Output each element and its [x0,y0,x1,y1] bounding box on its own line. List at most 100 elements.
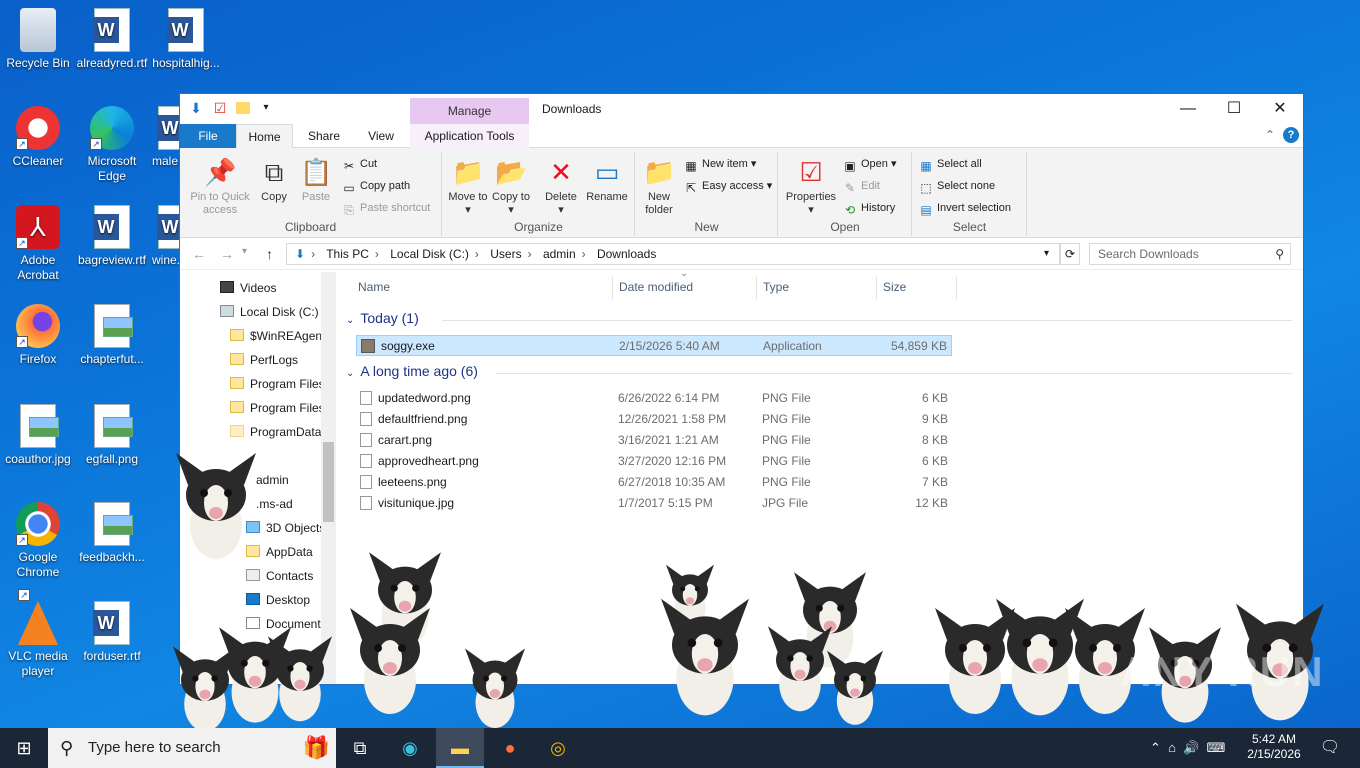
breadcrumb-local-disk[interactable]: Local Disk (C:) [390,247,469,261]
nav-item-appdata[interactable]: AppData [246,540,313,564]
invert-selection-button[interactable]: ▤ Invert selection [919,200,1011,217]
clock[interactable]: 5:42 AM 2/15/2026 [1244,732,1304,762]
ime-icon[interactable]: ⌨ [1207,740,1226,755]
new-folder-button[interactable]: 📁 New folder [638,156,680,217]
desktop-icon-firefox[interactable]: ↗ Firefox [0,304,76,367]
nav-item-winreagent[interactable]: $WinREAgent [230,324,325,348]
desktop-icon-ccleaner[interactable]: ↗ CCleaner [0,106,76,169]
title-bar[interactable]: ⬇ ☑ ▾ Manage Downloads — ☐ ✕ [180,94,1303,124]
nav-scrollbar[interactable] [321,272,336,684]
pin-quick-access-button[interactable]: 📌 Pin to Quick access [186,156,254,217]
tab-home[interactable]: Home [236,124,293,148]
select-none-button[interactable]: ⬚ Select none [919,178,995,195]
back-arrow-icon[interactable]: ← [192,246,206,262]
desktop-icon-hospitalhig[interactable]: hospitalhig... [148,8,224,71]
history-button[interactable]: ⟲ History [843,200,895,217]
recent-locations-icon[interactable]: ▾ [242,246,247,257]
taskbar-firefox[interactable]: ● [486,728,534,768]
group-header-long-time-ago[interactable]: ⌄ A long time ago (6) [346,363,1292,379]
paste-button[interactable]: 📋 Paste [296,156,336,204]
up-arrow-icon[interactable]: ↑ [266,246,273,262]
desktop-icon-vlc[interactable]: ↗ VLC media player [0,589,76,679]
nav-item-documents[interactable]: Documents [246,612,327,636]
desktop-icon-egfall[interactable]: egfall.png [74,404,150,467]
select-all-button[interactable]: ▦ Select all [919,156,981,173]
desktop-icon-forduser[interactable]: forduser.rtf [74,601,150,664]
close-button[interactable]: ✕ [1257,94,1303,124]
nav-item-3d-objects[interactable]: 3D Objects [246,516,325,540]
properties-button[interactable]: ☑ Properties ▾ [783,156,839,217]
new-item-button[interactable]: ▦ New item ▾ [684,156,756,173]
cut-button[interactable]: ✂ Cut [342,156,377,173]
paste-shortcut-button[interactable]: ⎘ Paste shortcut [342,200,430,217]
nav-item-desktop[interactable]: Desktop [246,588,310,612]
breadcrumb-downloads[interactable]: Downloads [597,247,656,261]
file-row-soggy-exe[interactable]: soggy.exe 2/15/2026 5:40 AM Application … [356,335,952,356]
help-icon[interactable]: ? [1283,127,1299,143]
nav-item-perflogs[interactable]: PerfLogs [230,348,298,372]
breadcrumb-admin[interactable]: admin [543,247,576,261]
forward-arrow-icon[interactable]: → [220,246,234,262]
file-list[interactable]: Name ⌄ Date modified Type Size ⌄ Today (1… [340,268,1303,684]
nav-item-program-files[interactable]: Program Files [230,372,325,396]
search-input[interactable]: Search Downloads ⚲ [1089,243,1291,265]
notifications-button[interactable]: 🗨 [1306,728,1354,768]
minimize-button[interactable]: — [1165,94,1211,124]
taskbar-chrome[interactable]: ◎ [534,728,582,768]
file-row[interactable]: leeteens.png 6/27/2018 10:35 AM PNG File… [356,472,952,493]
column-header-size[interactable]: Size [883,280,906,300]
taskbar-search-box[interactable]: ⚲ Type here to search 🎁 [48,728,336,768]
easy-access-button[interactable]: ⇱ Easy access ▾ [684,178,772,195]
nav-item-program-files-x86[interactable]: Program Files [230,396,325,420]
properties-check-icon[interactable]: ☑ [212,100,228,116]
file-row[interactable]: defaultfriend.png 12/26/2021 1:58 PM PNG… [356,409,952,430]
open-button[interactable]: ▣ Open ▾ [843,156,896,173]
file-row[interactable]: carart.png 3/16/2021 1:21 AM PNG File 8 … [356,430,952,451]
desktop-icon-recycle-bin[interactable]: Recycle Bin [0,8,76,71]
column-header-date-modified[interactable]: Date modified [619,280,693,300]
taskbar-file-explorer[interactable]: ▬ [436,728,484,768]
tab-share[interactable]: Share [298,124,350,148]
nav-item-programdata[interactable]: ProgramData [230,420,321,444]
file-explorer-window[interactable]: ⬇ ☑ ▾ Manage Downloads — ☐ ✕ File Home S… [179,93,1304,685]
desktop-icon-alreadyred[interactable]: alreadyred.rtf [74,8,150,71]
address-bar[interactable]: ⬇ › This PC › Local Disk (C:) › Users › admi… [286,243,1060,265]
copy-to-button[interactable]: 📂 Copy to ▾ [491,156,531,217]
nav-item-videos[interactable]: Videos [220,276,276,300]
show-hidden-icons-icon[interactable]: ⌃ [1150,740,1161,755]
desktop-icon-google-chrome[interactable]: ↗ Google Chrome [0,502,76,580]
manage-context-tab[interactable]: Manage [410,98,529,124]
desktop-icon-coauthor[interactable]: coauthor.jpg [0,404,76,467]
file-row[interactable]: updatedword.png 6/26/2022 6:14 PM PNG Fi… [356,388,952,409]
tab-file[interactable]: File [180,124,236,148]
nav-item-ms-ad[interactable]: .ms-ad [256,492,293,516]
copy-path-button[interactable]: ▭ Copy path [342,178,410,195]
column-header-type[interactable]: Type [763,280,789,300]
file-row[interactable]: visitunique.jpg 1/7/2017 5:15 PM JPG Fil… [356,493,952,514]
file-row[interactable]: approvedheart.png 3/27/2020 12:16 PM PNG… [356,451,952,472]
desktop-icon-edge[interactable]: ↗ Microsoft Edge [74,106,150,184]
new-folder-icon[interactable] [236,102,250,114]
network-icon[interactable]: ⌂ [1168,740,1176,755]
delete-button[interactable]: ✕ Delete ▾ [539,156,583,217]
desktop-icon-chapterfut[interactable]: chapterfut... [74,304,150,367]
task-view-button[interactable]: ⧉ [336,728,384,768]
desktop-icon-adobe-acrobat[interactable]: ⅄ ↗ Adobe Acrobat [0,205,76,283]
desktop-icon-feedbackh[interactable]: feedbackh... [74,502,150,565]
column-header-name[interactable]: Name [358,280,390,300]
refresh-button[interactable]: ⟳ [1060,243,1080,265]
maximize-button[interactable]: ☐ [1211,94,1257,124]
address-dropdown-icon[interactable]: ▾ [1044,244,1049,264]
down-arrow-icon[interactable]: ⬇ [188,100,204,116]
volume-icon[interactable]: 🔊 [1183,740,1199,755]
scrollbar-thumb[interactable] [323,442,334,522]
nav-item-contacts[interactable]: Contacts [246,564,313,588]
edit-button[interactable]: ✎ Edit [843,178,880,195]
qat-dropdown-icon[interactable]: ▾ [258,100,274,116]
nav-item-admin[interactable]: admin [256,468,289,492]
breadcrumb-users[interactable]: Users [490,247,521,261]
rename-button[interactable]: ▭ Rename [585,156,629,204]
tab-view[interactable]: View [356,124,406,148]
start-button[interactable]: ⊞ [0,728,48,768]
move-to-button[interactable]: 📁 Move to ▾ [447,156,489,217]
